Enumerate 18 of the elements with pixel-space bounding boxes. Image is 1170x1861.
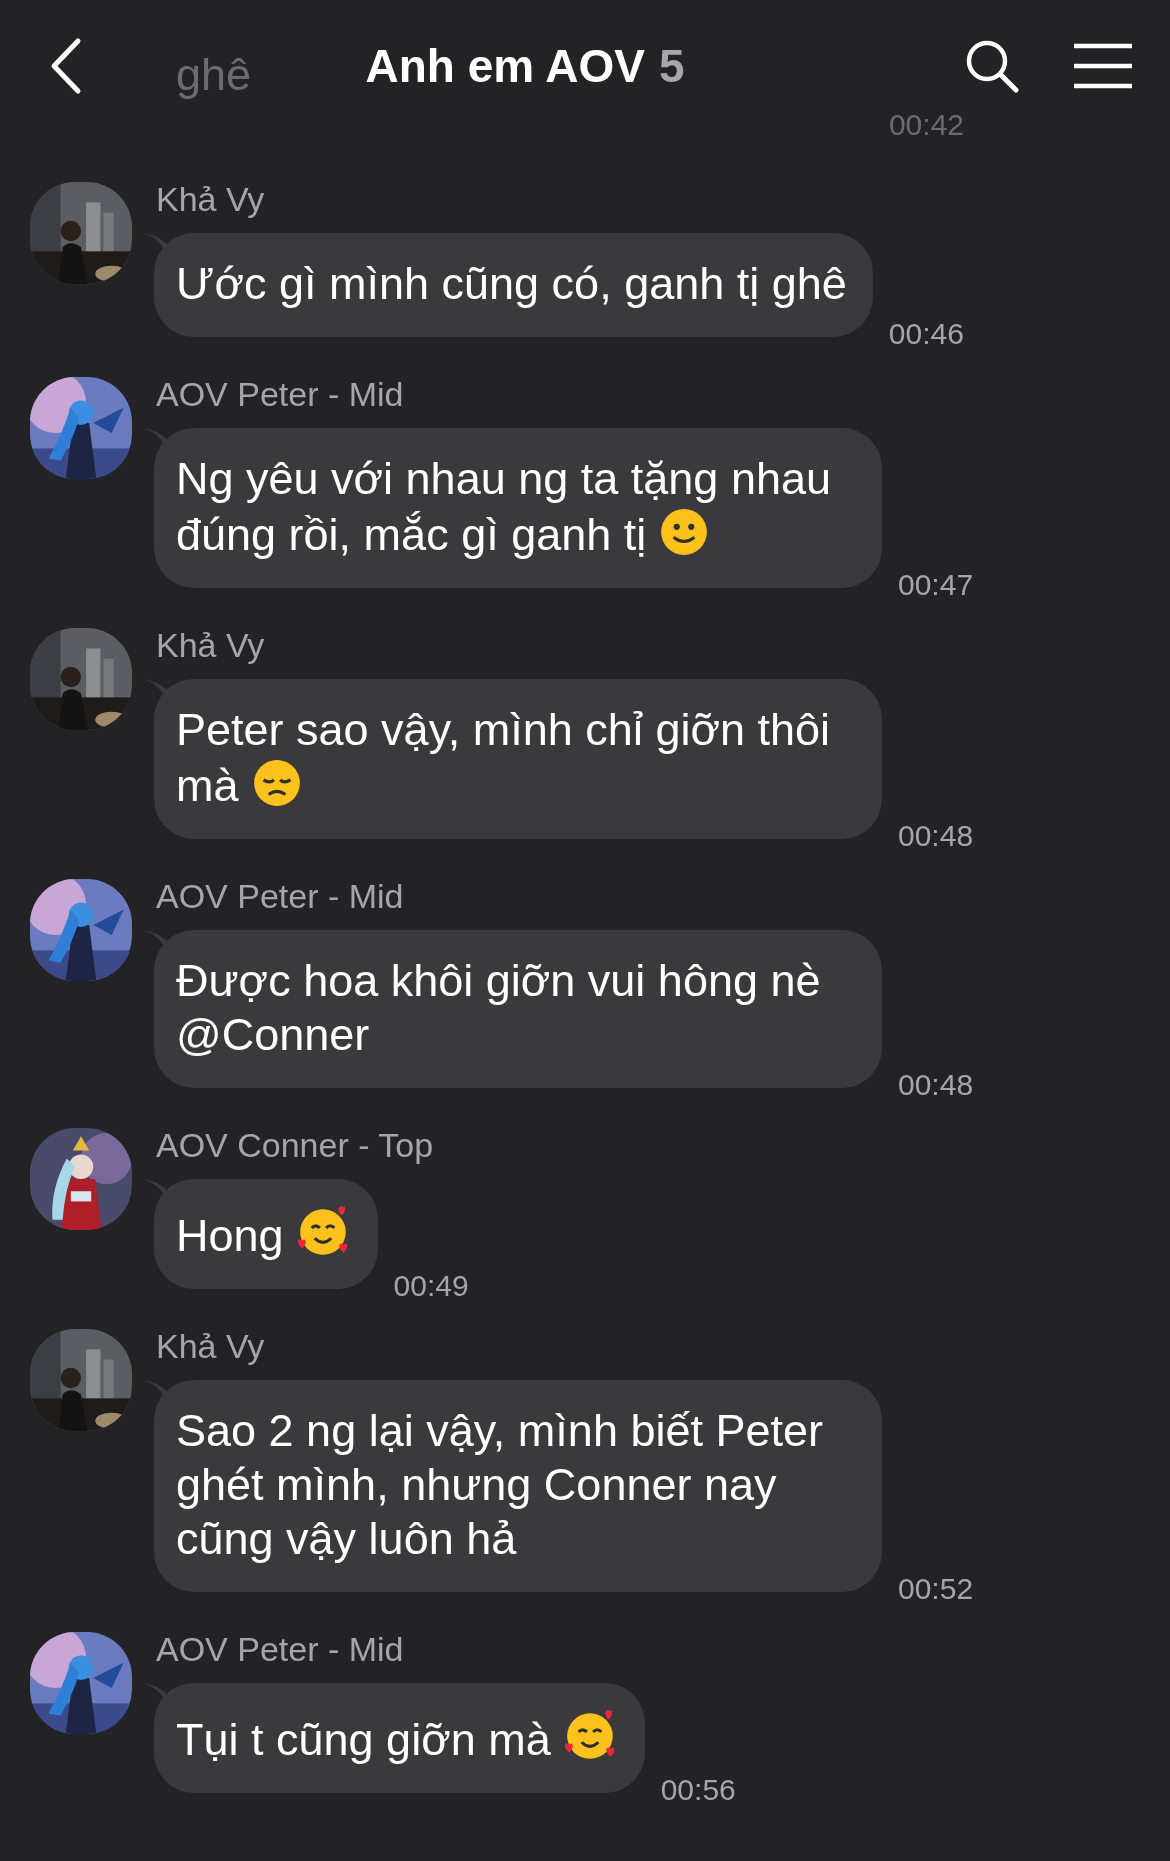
member-count: 5 (658, 39, 685, 93)
message-time: 00:47 (898, 568, 974, 602)
message-time: 00:48 (898, 1068, 974, 1102)
message-time: 00:42 (888, 108, 964, 142)
message-time: 00:49 (393, 1269, 469, 1303)
sender-name: Khả Vy (155, 180, 266, 219)
sender-name: AOV Peter - Mid (155, 877, 405, 916)
faded-message-text: ghê (176, 48, 252, 102)
sender-name: Khả Vy (155, 626, 266, 665)
sender-name: AOV Peter - Mid (155, 1630, 405, 1669)
chat-title: Anh em AOV (365, 39, 645, 93)
sender-name: AOV Conner - Top (155, 1126, 435, 1165)
message-time: 00:56 (660, 1773, 736, 1807)
message-time: 00:48 (898, 819, 974, 853)
message-time: 00:46 (888, 317, 964, 351)
sender-name: AOV Peter - Mid (155, 375, 405, 414)
message-time: 00:52 (898, 1572, 974, 1606)
sender-name: Khả Vy (155, 1327, 266, 1366)
